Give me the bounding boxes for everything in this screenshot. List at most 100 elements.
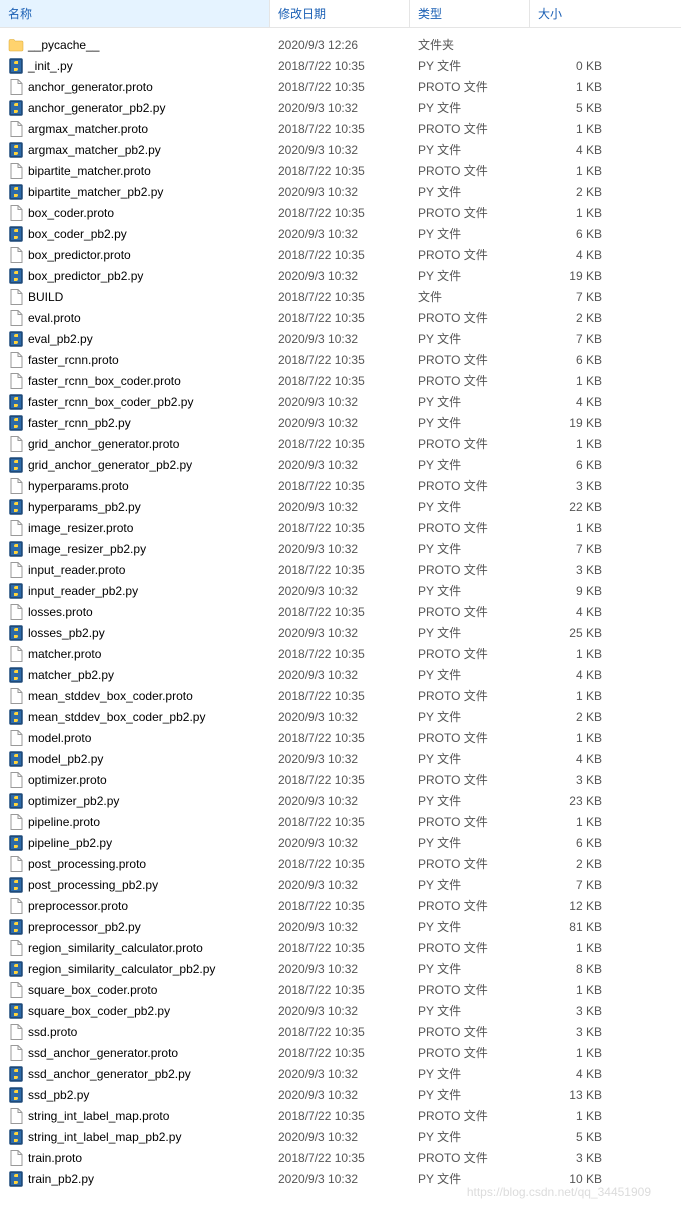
table-row[interactable]: faster_rcnn_box_coder_pb2.py2020/9/3 10:… <box>0 391 681 412</box>
file-name-cell[interactable]: anchor_generator.proto <box>0 79 270 95</box>
table-row[interactable]: hyperparams_pb2.py2020/9/3 10:32PY 文件22 … <box>0 496 681 517</box>
file-name-cell[interactable]: hyperparams_pb2.py <box>0 499 270 515</box>
file-name-cell[interactable]: optimizer_pb2.py <box>0 793 270 809</box>
table-row[interactable]: grid_anchor_generator.proto2018/7/22 10:… <box>0 433 681 454</box>
file-name-cell[interactable]: train.proto <box>0 1150 270 1166</box>
file-name-cell[interactable]: faster_rcnn_pb2.py <box>0 415 270 431</box>
file-name-cell[interactable]: box_coder.proto <box>0 205 270 221</box>
file-name-cell[interactable]: ssd_anchor_generator.proto <box>0 1045 270 1061</box>
file-name-cell[interactable]: pipeline.proto <box>0 814 270 830</box>
file-name-cell[interactable]: bipartite_matcher_pb2.py <box>0 184 270 200</box>
file-name-cell[interactable]: model_pb2.py <box>0 751 270 767</box>
table-row[interactable]: ssd.proto2018/7/22 10:35PROTO 文件3 KB <box>0 1021 681 1042</box>
file-name-cell[interactable]: string_int_label_map_pb2.py <box>0 1129 270 1145</box>
table-row[interactable]: input_reader_pb2.py2020/9/3 10:32PY 文件9 … <box>0 580 681 601</box>
table-row[interactable]: region_similarity_calculator_pb2.py2020/… <box>0 958 681 979</box>
table-row[interactable]: string_int_label_map_pb2.py2020/9/3 10:3… <box>0 1126 681 1147</box>
column-header-type[interactable]: 类型 <box>410 0 530 27</box>
file-name-cell[interactable]: box_predictor_pb2.py <box>0 268 270 284</box>
file-name-cell[interactable]: preprocessor_pb2.py <box>0 919 270 935</box>
table-row[interactable]: image_resizer.proto2018/7/22 10:35PROTO … <box>0 517 681 538</box>
file-name-cell[interactable]: eval_pb2.py <box>0 331 270 347</box>
file-name-cell[interactable]: matcher_pb2.py <box>0 667 270 683</box>
table-row[interactable]: ssd_anchor_generator.proto2018/7/22 10:3… <box>0 1042 681 1063</box>
table-row[interactable]: bipartite_matcher_pb2.py2020/9/3 10:32PY… <box>0 181 681 202</box>
column-header-date[interactable]: 修改日期 <box>270 0 410 27</box>
file-name-cell[interactable]: input_reader.proto <box>0 562 270 578</box>
table-row[interactable]: mean_stddev_box_coder.proto2018/7/22 10:… <box>0 685 681 706</box>
file-name-cell[interactable]: box_coder_pb2.py <box>0 226 270 242</box>
table-row[interactable]: mean_stddev_box_coder_pb2.py2020/9/3 10:… <box>0 706 681 727</box>
file-name-cell[interactable]: bipartite_matcher.proto <box>0 163 270 179</box>
file-name-cell[interactable]: ssd.proto <box>0 1024 270 1040</box>
table-row[interactable]: anchor_generator_pb2.py2020/9/3 10:32PY … <box>0 97 681 118</box>
file-name-cell[interactable]: mean_stddev_box_coder.proto <box>0 688 270 704</box>
file-name-cell[interactable]: __pycache__ <box>0 37 270 53</box>
file-name-cell[interactable]: anchor_generator_pb2.py <box>0 100 270 116</box>
table-row[interactable]: string_int_label_map.proto2018/7/22 10:3… <box>0 1105 681 1126</box>
file-name-cell[interactable]: post_processing_pb2.py <box>0 877 270 893</box>
table-row[interactable]: model_pb2.py2020/9/3 10:32PY 文件4 KB <box>0 748 681 769</box>
column-header-name[interactable]: 名称 <box>0 0 270 27</box>
table-row[interactable]: anchor_generator.proto2018/7/22 10:35PRO… <box>0 76 681 97</box>
file-name-cell[interactable]: eval.proto <box>0 310 270 326</box>
file-name-cell[interactable]: losses.proto <box>0 604 270 620</box>
table-row[interactable]: bipartite_matcher.proto2018/7/22 10:35PR… <box>0 160 681 181</box>
table-row[interactable]: optimizer_pb2.py2020/9/3 10:32PY 文件23 KB <box>0 790 681 811</box>
table-row[interactable]: input_reader.proto2018/7/22 10:35PROTO 文… <box>0 559 681 580</box>
file-name-cell[interactable]: ssd_pb2.py <box>0 1087 270 1103</box>
file-name-cell[interactable]: image_resizer_pb2.py <box>0 541 270 557</box>
file-name-cell[interactable]: grid_anchor_generator_pb2.py <box>0 457 270 473</box>
table-row[interactable]: BUILD2018/7/22 10:35文件7 KB <box>0 286 681 307</box>
table-row[interactable]: __pycache__2020/9/3 12:26文件夹 <box>0 34 681 55</box>
file-name-cell[interactable]: matcher.proto <box>0 646 270 662</box>
table-row[interactable]: losses.proto2018/7/22 10:35PROTO 文件4 KB <box>0 601 681 622</box>
table-row[interactable]: ssd_anchor_generator_pb2.py2020/9/3 10:3… <box>0 1063 681 1084</box>
file-name-cell[interactable]: region_similarity_calculator_pb2.py <box>0 961 270 977</box>
table-row[interactable]: faster_rcnn_box_coder.proto2018/7/22 10:… <box>0 370 681 391</box>
table-row[interactable]: train.proto2018/7/22 10:35PROTO 文件3 KB <box>0 1147 681 1168</box>
file-name-cell[interactable]: optimizer.proto <box>0 772 270 788</box>
file-name-cell[interactable]: image_resizer.proto <box>0 520 270 536</box>
table-row[interactable]: faster_rcnn_pb2.py2020/9/3 10:32PY 文件19 … <box>0 412 681 433</box>
table-row[interactable]: eval.proto2018/7/22 10:35PROTO 文件2 KB <box>0 307 681 328</box>
table-row[interactable]: losses_pb2.py2020/9/3 10:32PY 文件25 KB <box>0 622 681 643</box>
file-name-cell[interactable]: grid_anchor_generator.proto <box>0 436 270 452</box>
column-header-size[interactable]: 大小 <box>530 0 610 27</box>
file-name-cell[interactable]: faster_rcnn_box_coder.proto <box>0 373 270 389</box>
file-name-cell[interactable]: square_box_coder.proto <box>0 982 270 998</box>
file-name-cell[interactable]: preprocessor.proto <box>0 898 270 914</box>
file-name-cell[interactable]: _init_.py <box>0 58 270 74</box>
file-name-cell[interactable]: region_similarity_calculator.proto <box>0 940 270 956</box>
table-row[interactable]: box_coder.proto2018/7/22 10:35PROTO 文件1 … <box>0 202 681 223</box>
table-row[interactable]: eval_pb2.py2020/9/3 10:32PY 文件7 KB <box>0 328 681 349</box>
table-row[interactable]: box_predictor_pb2.py2020/9/3 10:32PY 文件1… <box>0 265 681 286</box>
table-row[interactable]: argmax_matcher.proto2018/7/22 10:35PROTO… <box>0 118 681 139</box>
table-row[interactable]: box_coder_pb2.py2020/9/3 10:32PY 文件6 KB <box>0 223 681 244</box>
table-row[interactable]: optimizer.proto2018/7/22 10:35PROTO 文件3 … <box>0 769 681 790</box>
file-name-cell[interactable]: argmax_matcher_pb2.py <box>0 142 270 158</box>
table-row[interactable]: argmax_matcher_pb2.py2020/9/3 10:32PY 文件… <box>0 139 681 160</box>
table-row[interactable]: post_processing.proto2018/7/22 10:35PROT… <box>0 853 681 874</box>
file-name-cell[interactable]: pipeline_pb2.py <box>0 835 270 851</box>
table-row[interactable]: matcher_pb2.py2020/9/3 10:32PY 文件4 KB <box>0 664 681 685</box>
table-row[interactable]: matcher.proto2018/7/22 10:35PROTO 文件1 KB <box>0 643 681 664</box>
table-row[interactable]: pipeline_pb2.py2020/9/3 10:32PY 文件6 KB <box>0 832 681 853</box>
table-row[interactable]: square_box_coder.proto2018/7/22 10:35PRO… <box>0 979 681 1000</box>
table-row[interactable]: square_box_coder_pb2.py2020/9/3 10:32PY … <box>0 1000 681 1021</box>
table-row[interactable]: ssd_pb2.py2020/9/3 10:32PY 文件13 KB <box>0 1084 681 1105</box>
table-row[interactable]: faster_rcnn.proto2018/7/22 10:35PROTO 文件… <box>0 349 681 370</box>
file-name-cell[interactable]: square_box_coder_pb2.py <box>0 1003 270 1019</box>
file-name-cell[interactable]: input_reader_pb2.py <box>0 583 270 599</box>
file-name-cell[interactable]: argmax_matcher.proto <box>0 121 270 137</box>
file-name-cell[interactable]: BUILD <box>0 289 270 305</box>
file-name-cell[interactable]: faster_rcnn.proto <box>0 352 270 368</box>
table-row[interactable]: hyperparams.proto2018/7/22 10:35PROTO 文件… <box>0 475 681 496</box>
file-name-cell[interactable]: faster_rcnn_box_coder_pb2.py <box>0 394 270 410</box>
file-name-cell[interactable]: box_predictor.proto <box>0 247 270 263</box>
file-name-cell[interactable]: mean_stddev_box_coder_pb2.py <box>0 709 270 725</box>
table-row[interactable]: box_predictor.proto2018/7/22 10:35PROTO … <box>0 244 681 265</box>
table-row[interactable]: image_resizer_pb2.py2020/9/3 10:32PY 文件7… <box>0 538 681 559</box>
file-name-cell[interactable]: ssd_anchor_generator_pb2.py <box>0 1066 270 1082</box>
table-row[interactable]: _init_.py2018/7/22 10:35PY 文件0 KB <box>0 55 681 76</box>
